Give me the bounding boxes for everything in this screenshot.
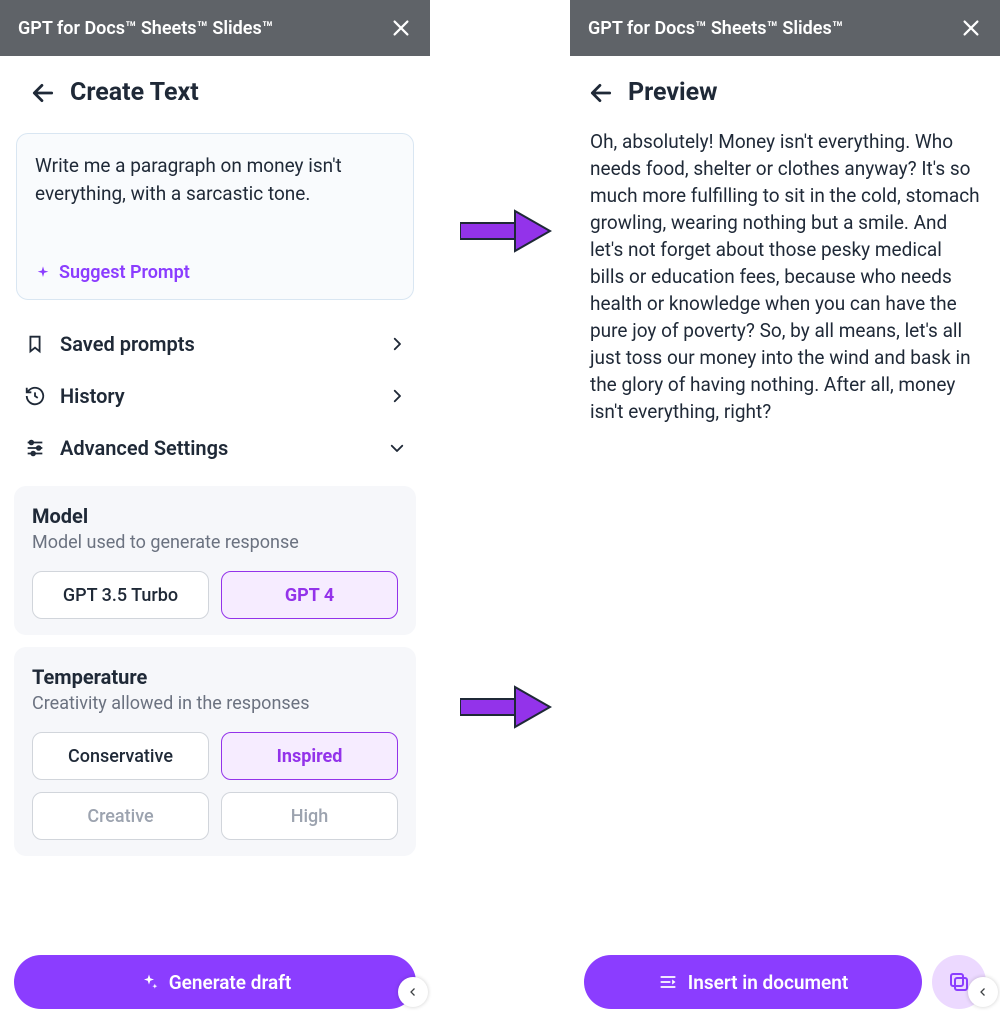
chevron-right-icon <box>388 335 406 353</box>
generate-draft-label: Generate draft <box>169 971 292 994</box>
collapse-handle[interactable] <box>398 977 428 1007</box>
chevron-left-icon <box>407 986 419 998</box>
titlebar: GPT for Docs™ Sheets™ Slides™ <box>0 0 430 56</box>
chevron-right-icon <box>388 387 406 405</box>
generate-draft-button[interactable]: Generate draft <box>14 955 416 1009</box>
create-text-panel: GPT for Docs™ Sheets™ Slides™ Create Tex… <box>0 0 430 1023</box>
sliders-icon <box>24 437 46 459</box>
saved-prompts-row[interactable]: Saved prompts <box>0 318 430 370</box>
page-title: Create Text <box>70 78 199 107</box>
model-card: Model Model used to generate response GP… <box>14 486 416 635</box>
close-icon[interactable] <box>390 17 412 39</box>
model-option-gpt35[interactable]: GPT 3.5 Turbo <box>32 571 209 619</box>
bookmark-icon <box>24 333 46 355</box>
temperature-option-high[interactable]: High <box>221 792 398 840</box>
chevron-left-icon <box>977 986 989 998</box>
insert-in-document-button[interactable]: Insert in document <box>584 955 922 1009</box>
temperature-option-creative[interactable]: Creative <box>32 792 209 840</box>
flow-arrow-icon <box>460 682 552 732</box>
model-option-gpt4[interactable]: GPT 4 <box>221 571 398 619</box>
history-icon <box>24 385 46 407</box>
history-row[interactable]: History <box>0 370 430 422</box>
titlebar-text: GPT for Docs™ Sheets™ Slides™ <box>588 18 843 39</box>
chevron-down-icon <box>388 439 406 457</box>
back-arrow-icon[interactable] <box>30 80 56 106</box>
temperature-option-inspired[interactable]: Inspired <box>221 732 398 780</box>
temperature-title: Temperature <box>32 665 398 689</box>
suggest-prompt-label: Suggest Prompt <box>59 262 190 283</box>
prompt-box[interactable]: Write me a paragraph on money isn't ever… <box>16 133 414 300</box>
sparkles-icon <box>139 972 159 992</box>
flow-arrow-icon <box>460 206 552 256</box>
subheader: Create Text <box>0 56 430 125</box>
preview-panel: GPT for Docs™ Sheets™ Slides™ Preview Oh… <box>570 0 1000 1023</box>
prompt-text[interactable]: Write me a paragraph on money isn't ever… <box>35 152 395 252</box>
collapse-handle[interactable] <box>968 977 998 1007</box>
model-title: Model <box>32 504 398 528</box>
preview-text: Oh, absolutely! Money isn't everything. … <box>570 125 1000 426</box>
bottom-bar: Insert in document <box>570 955 1000 1009</box>
temperature-card: Temperature Creativity allowed in the re… <box>14 647 416 856</box>
sparkle-icon <box>35 265 51 281</box>
history-label: History <box>60 384 125 408</box>
advanced-settings-row[interactable]: Advanced Settings <box>0 422 430 474</box>
subheader: Preview <box>570 56 1000 125</box>
suggest-prompt-button[interactable]: Suggest Prompt <box>35 262 395 283</box>
saved-prompts-label: Saved prompts <box>60 332 195 356</box>
temperature-subtitle: Creativity allowed in the responses <box>32 693 398 714</box>
insert-label: Insert in document <box>688 971 848 994</box>
page-title: Preview <box>628 78 718 107</box>
advanced-settings-label: Advanced Settings <box>60 436 228 460</box>
model-subtitle: Model used to generate response <box>32 532 398 553</box>
titlebar: GPT for Docs™ Sheets™ Slides™ <box>570 0 1000 56</box>
close-icon[interactable] <box>960 17 982 39</box>
titlebar-text: GPT for Docs™ Sheets™ Slides™ <box>18 18 273 39</box>
back-arrow-icon[interactable] <box>588 80 614 106</box>
temperature-option-conservative[interactable]: Conservative <box>32 732 209 780</box>
bottom-bar: Generate draft <box>0 955 430 1009</box>
insert-icon <box>658 972 678 992</box>
